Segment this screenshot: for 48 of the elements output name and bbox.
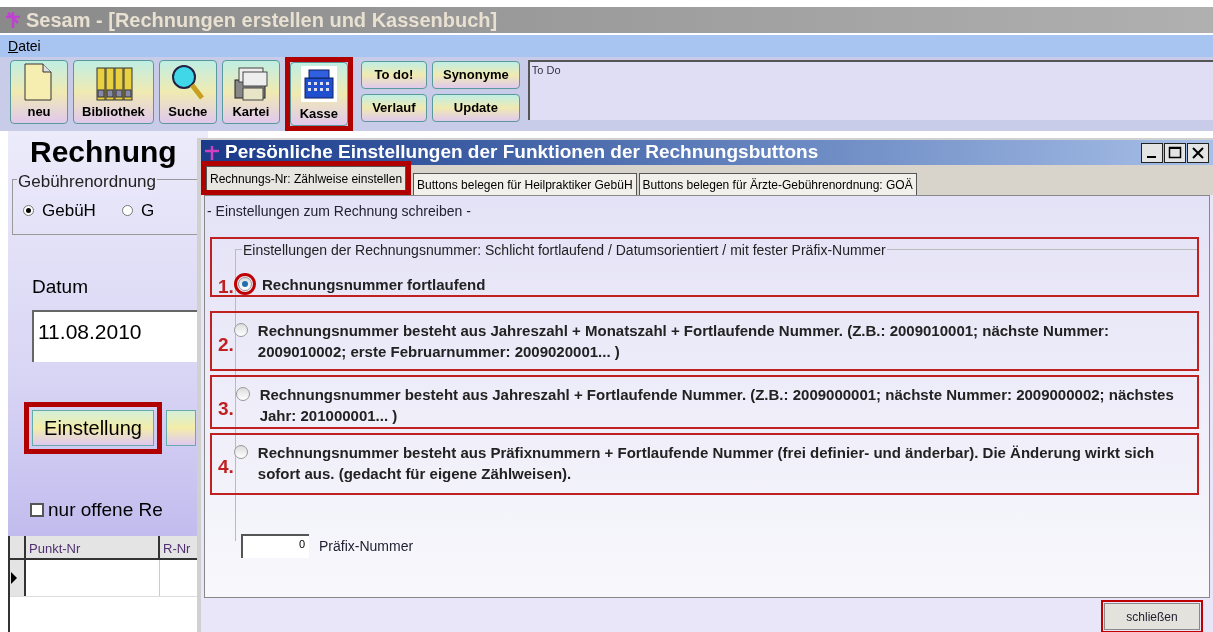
todo-field[interactable]: To Do bbox=[527, 60, 1213, 120]
field-label: Präfix-Nummer bbox=[319, 536, 414, 556]
window-title: Sesam - [Rechnungen erstellen und Kassenbuch] bbox=[26, 8, 498, 33]
radio-button[interactable] bbox=[233, 445, 248, 459]
toolbar-button[interactable]: Kasse bbox=[289, 62, 348, 126]
column-header: Punkt-Nr bbox=[26, 536, 160, 558]
section-label: - Einstellungen zum Rechnung schreiben - bbox=[206, 202, 472, 221]
option-label: Rechnungsnummer besteht aus Präfixnummern + Fortlaufende Nummer (frei definier- und änderbar). Die Änderung wirkt sich sofort aus. (gedacht für eigene Zählweisen). bbox=[256, 443, 1156, 484]
toolbar-button[interactable]: Kartei bbox=[221, 60, 280, 124]
radio-label: G bbox=[140, 200, 155, 222]
date-label: Datum bbox=[31, 275, 89, 299]
toolbar-button[interactable]: Update bbox=[431, 94, 520, 122]
toolbar-button[interactable]: To do! bbox=[360, 61, 427, 89]
tab[interactable]: Buttons belegen für Ärzte-Gebührenordnung: GOÄ bbox=[638, 173, 917, 195]
row-pointer-icon bbox=[10, 572, 18, 584]
step-number: 1. bbox=[217, 275, 235, 299]
star-icon bbox=[4, 11, 22, 29]
toolbar-button[interactable]: Suche bbox=[158, 60, 217, 124]
settings-button[interactable]: Einstellung bbox=[32, 409, 154, 446]
step-number: 4. bbox=[217, 455, 234, 479]
tab[interactable]: Buttons belegen für Heilpraktiker GebüH bbox=[413, 173, 637, 195]
option-label: Rechnungsnummer fortlaufend bbox=[261, 275, 487, 295]
step-number: 3. bbox=[217, 397, 235, 421]
option-label: Rechnungsnummer besteht aus Jahreszahl + Monatszahl + Fortlaufende Nummer. (Z.B.: 2009010001; nächste Nummer: 2009010002; erste Februarnummer: 2009020001... ) bbox=[256, 321, 1110, 362]
checkbox-label: nur offene Re bbox=[48, 497, 163, 522]
cash-register-icon bbox=[298, 63, 339, 104]
page-heading: Rechnung bbox=[29, 134, 178, 170]
prefix-number-field[interactable]: 0 bbox=[241, 534, 309, 558]
dialog-title: Persönliche Einstellungen der Funktionen der Rechnungsbuttons bbox=[225, 140, 820, 165]
star-icon bbox=[203, 144, 221, 161]
radio-button[interactable] bbox=[233, 323, 248, 337]
tab[interactable]: Rechnungs-Nr: Zählweise einstellen bbox=[206, 166, 407, 190]
radio-label: GebüH bbox=[42, 200, 96, 222]
toolbar-button[interactable]: Synonyme bbox=[431, 61, 520, 89]
checkbox[interactable] bbox=[30, 502, 44, 517]
close-button[interactable]: schließen bbox=[1104, 603, 1200, 630]
minimize-icon[interactable] bbox=[1141, 142, 1163, 163]
option-label: Rechnungsnummer besteht aus Jahreszahl + Fortlaufende Nummer. (Z.B.: 2009000001; nächste Nummer: 2009000002; nächstes Jahr: 201000001... ) bbox=[258, 385, 1175, 426]
close-icon[interactable] bbox=[1187, 142, 1209, 163]
toolbar-button[interactable]: Verlauf bbox=[360, 94, 427, 122]
radio-button[interactable] bbox=[238, 277, 252, 291]
step-number: 2. bbox=[217, 333, 234, 357]
radio-button[interactable] bbox=[121, 205, 133, 217]
maximize-icon[interactable] bbox=[1164, 142, 1186, 163]
toolbar-button[interactable]: Bibliothek bbox=[73, 60, 154, 124]
menu-item[interactable]: Datei bbox=[8, 35, 41, 57]
toolbar-button[interactable]: neu bbox=[10, 60, 68, 124]
radio-button[interactable] bbox=[23, 205, 34, 217]
